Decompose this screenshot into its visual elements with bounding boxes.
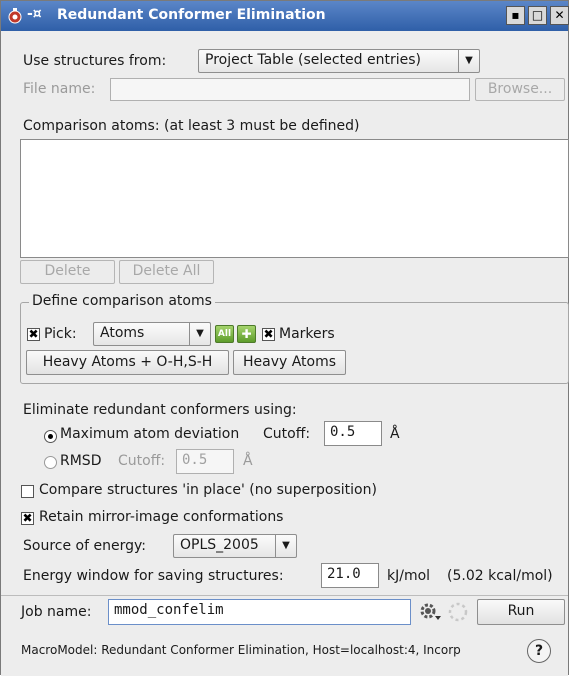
- energy-kcal: (5.02 kcal/mol): [447, 568, 553, 584]
- job-name-label: Job name:: [21, 604, 92, 620]
- rmsd-label: RMSD: [60, 453, 102, 469]
- max-deviation-label: Maximum atom deviation: [60, 426, 240, 442]
- markers-label: Markers: [279, 326, 335, 342]
- comparison-atoms-list[interactable]: [20, 139, 569, 258]
- select-all-button[interactable]: All: [215, 325, 234, 343]
- energy-source-value: OPLS_2005: [180, 537, 259, 553]
- pick-label: Pick:: [44, 326, 77, 342]
- browse-button[interactable]: Browse...: [475, 78, 565, 101]
- minimize-button[interactable]: ▪: [506, 6, 525, 25]
- file-name-input[interactable]: [110, 78, 470, 101]
- energy-source-select[interactable]: OPLS_2005 ▼: [173, 534, 297, 558]
- pin-icon[interactable]: -¤: [27, 6, 42, 22]
- compare-in-place-label: Compare structures 'in place' (no superp…: [39, 482, 377, 498]
- pick-mode-value: Atoms: [100, 325, 145, 341]
- use-structures-label: Use structures from:: [23, 53, 167, 69]
- redundant-conformer-elimination-window: -¤ Redundant Conformer Elimination ▪ □ ✕…: [0, 0, 569, 676]
- heavy-atoms-button[interactable]: Heavy Atoms: [233, 350, 346, 375]
- app-icon: [8, 8, 22, 24]
- energy-source-label: Source of energy:: [23, 538, 146, 554]
- pick-mode-select[interactable]: Atoms ▼: [93, 322, 211, 346]
- status-bar: MacroModel: Redundant Conformer Eliminat…: [1, 633, 568, 676]
- spinner-icon: [448, 602, 468, 622]
- job-name-input[interactable]: mmod_confelim: [108, 599, 411, 625]
- energy-window-label: Energy window for saving structures:: [23, 568, 284, 584]
- help-button[interactable]: ?: [527, 639, 551, 663]
- retain-mirror-label: Retain mirror-image conformations: [39, 509, 284, 525]
- status-text: MacroModel: Redundant Conformer Eliminat…: [21, 643, 461, 657]
- close-button[interactable]: ✕: [550, 6, 569, 25]
- structure-source-value: Project Table (selected entries): [205, 52, 422, 68]
- energy-window-input[interactable]: 21.0: [321, 563, 379, 588]
- rmsd-radio[interactable]: [44, 456, 57, 469]
- energy-unit: kJ/mol: [387, 568, 431, 584]
- cutoff-label: Cutoff:: [263, 426, 311, 442]
- run-button[interactable]: Run: [477, 599, 565, 625]
- gear-icon[interactable]: [418, 601, 442, 623]
- rmsd-cutoff-label: Cutoff:: [118, 453, 166, 469]
- markers-checkbox[interactable]: ✖: [262, 328, 275, 341]
- chevron-down-icon: ▼: [275, 535, 296, 557]
- chevron-down-icon: ▼: [189, 323, 210, 345]
- rmsd-cutoff-input[interactable]: 0.5: [176, 449, 234, 474]
- cutoff-unit: Å: [390, 426, 400, 442]
- max-deviation-radio[interactable]: [44, 430, 57, 443]
- rmsd-cutoff-unit: Å: [243, 453, 253, 469]
- chevron-down-icon: ▼: [458, 50, 479, 72]
- delete-all-button[interactable]: Delete All: [119, 260, 214, 284]
- title-bar[interactable]: -¤ Redundant Conformer Elimination ▪ □ ✕: [1, 1, 569, 31]
- structure-source-select[interactable]: Project Table (selected entries) ▼: [198, 49, 480, 73]
- comparison-atoms-label: Comparison atoms: (at least 3 must be de…: [23, 118, 360, 134]
- retain-mirror-checkbox[interactable]: ✖: [21, 512, 34, 525]
- cutoff-input[interactable]: 0.5: [324, 421, 382, 446]
- pick-checkbox[interactable]: ✖: [27, 328, 40, 341]
- compare-in-place-checkbox[interactable]: [21, 485, 34, 498]
- divider: [1, 595, 568, 596]
- file-name-label: File name:: [23, 81, 96, 97]
- delete-button[interactable]: Delete: [20, 260, 115, 284]
- maximize-button[interactable]: □: [528, 6, 547, 25]
- define-comparison-atoms-title: Define comparison atoms: [29, 293, 215, 309]
- eliminate-using-label: Eliminate redundant conformers using:: [23, 402, 297, 418]
- add-icon[interactable]: ✚: [237, 325, 256, 343]
- window-title: Redundant Conformer Elimination: [57, 7, 326, 23]
- heavy-atoms-oh-sh-button[interactable]: Heavy Atoms + O-H,S-H: [26, 350, 229, 375]
